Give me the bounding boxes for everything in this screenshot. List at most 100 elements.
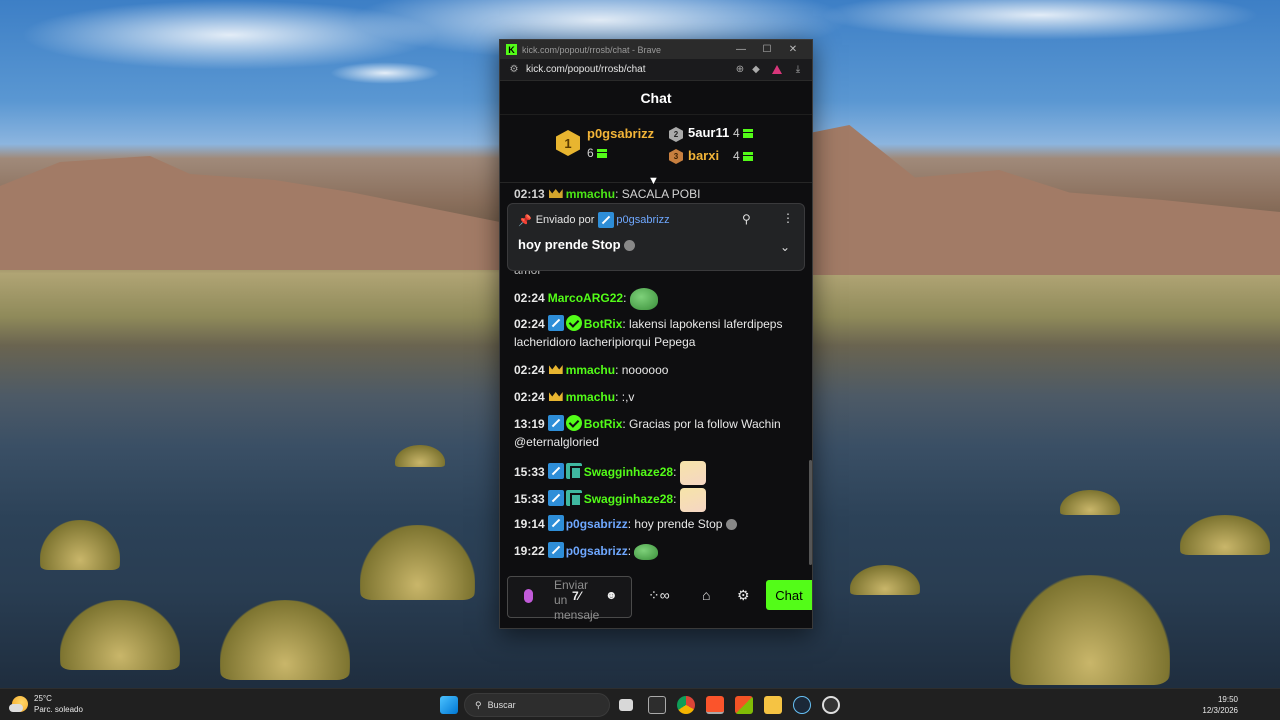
chrome-icon[interactable] — [677, 696, 695, 714]
staff-badge-icon — [547, 415, 564, 431]
unpin-icon[interactable]: ⚲ — [742, 212, 751, 226]
cloud — [330, 62, 440, 84]
verified-badge-icon — [565, 315, 582, 331]
chat-username[interactable]: BotRix — [584, 417, 623, 431]
site-settings-icon[interactable]: ⚙ — [506, 64, 522, 75]
brave-shield-icon[interactable]: ◆ — [748, 64, 764, 75]
gift-leaderboard: 1 p0gsabrizz 6 2 5aur11 4 3 barxi 4 ▼ — [500, 115, 812, 187]
chat-input-area: Enviar un mensaje 7⁄ ☻ ⁘∞ ⌂ ⚙ Chat — [500, 573, 812, 629]
url-field[interactable]: kick.com/popout/rrosb/chat — [522, 64, 732, 75]
chat-message: 15:33 Swagginhaze28: — [514, 488, 804, 512]
microphone-icon[interactable] — [524, 589, 533, 603]
chat-message: 19:22 p0gsabrizz: — [514, 542, 804, 560]
task-view-icon[interactable] — [619, 699, 633, 711]
epic-games-icon[interactable] — [648, 696, 666, 714]
weather-widget[interactable]: 25°C Parc. soleado — [9, 693, 83, 715]
rank-3-medal-icon: 3 — [669, 149, 683, 164]
chat-message: 15:33 Swagginhaze28: — [514, 461, 804, 485]
send-chat-button[interactable]: Chat — [766, 580, 812, 610]
leader-count-1: 6 — [587, 146, 607, 160]
rank-1-medal-icon: 1 — [556, 130, 580, 156]
download-icon[interactable]: ⤓ — [790, 64, 806, 75]
verified-badge-icon — [565, 415, 582, 431]
chat-scrollbar[interactable] — [809, 460, 812, 565]
clock-date: 12/3/2026 — [1202, 706, 1238, 715]
window-title: kick.com/popout/rrosb/chat - Brave — [522, 44, 662, 55]
system-clock[interactable]: 19:50 12/3/2026 — [1202, 694, 1238, 716]
chat-message: 02:24 MarcoARG22: — [514, 288, 804, 310]
crown-badge-icon — [548, 388, 564, 404]
chat-message: 02:24 mmachu: :,v — [514, 388, 635, 404]
taskbar-search[interactable]: ⚲ Buscar — [464, 693, 610, 717]
zoom-icon[interactable]: ⊕ — [732, 64, 748, 75]
chat-message: 19:14 p0gsabrizz: hoy prende Stop — [514, 515, 804, 533]
anime-emote — [679, 461, 706, 485]
gift-icon — [742, 129, 753, 139]
close-button[interactable]: ✕ — [780, 44, 806, 55]
subscriber-badge-icon — [565, 463, 582, 481]
chat-username[interactable]: mmachu — [566, 390, 615, 404]
minimize-button[interactable]: — — [728, 44, 754, 55]
rank-2-medal-icon: 2 — [669, 127, 683, 142]
maximize-button[interactable]: ☐ — [754, 44, 780, 55]
chat-username[interactable]: Swagginhaze28 — [584, 465, 673, 479]
weather-icon — [9, 696, 28, 712]
staff-badge-icon — [547, 542, 564, 558]
small-emote — [624, 240, 636, 252]
obs-icon[interactable] — [822, 696, 840, 714]
windows-start-icon[interactable] — [440, 696, 458, 714]
settings-gear-icon[interactable]: ⚙ — [737, 587, 750, 604]
store-app-icon[interactable] — [735, 696, 753, 714]
grass-tuft — [1060, 490, 1120, 515]
message-input[interactable]: Enviar un mensaje 7⁄ ☻ — [507, 576, 632, 622]
emoji-icon[interactable]: ☻ — [605, 588, 618, 602]
chat-username[interactable]: Swagginhaze28 — [584, 492, 673, 506]
chat-username[interactable]: p0gsabrizz — [566, 544, 628, 558]
chat-header: Chat — [500, 81, 812, 115]
mountain-left — [0, 156, 500, 270]
small-emote — [725, 519, 737, 531]
staff-badge-icon — [547, 315, 564, 331]
leader-count-2: 4 — [733, 126, 753, 140]
search-label: Buscar — [487, 700, 516, 710]
staff-badge-icon — [547, 463, 564, 480]
chevron-down-icon[interactable]: ⌄ — [780, 240, 790, 254]
pinned-user[interactable]: p0gsabrizz — [616, 214, 669, 226]
browser-window: K kick.com/popout/rrosb/chat - Brave — ☐… — [499, 39, 813, 629]
chat-message: 02:24 BotRix: lakensi lapokensi laferdipe… — [514, 315, 783, 349]
grass-tuft — [220, 600, 350, 680]
chat-message: 13:19 BotRix: Gracias por la follow Wachi… — [514, 415, 781, 449]
grass-tuft — [40, 520, 120, 570]
more-options-icon[interactable]: ⋮ — [782, 211, 794, 225]
brave-rewards-icon[interactable] — [772, 65, 782, 74]
kick-emote-icon[interactable]: 7⁄ — [572, 589, 581, 603]
file-explorer-icon[interactable] — [764, 696, 782, 714]
weather-condition: Parc. soleado — [34, 705, 83, 714]
pinned-message: 📌 Enviado por p0gsabrizz hoy prende Stop… — [507, 203, 805, 271]
temperature: 25°C — [34, 694, 52, 703]
chat-username[interactable]: p0gsabrizz — [566, 517, 628, 531]
chat-username[interactable]: mmachu — [566, 363, 615, 377]
leader-name-3[interactable]: barxi — [688, 148, 719, 163]
crown-badge-icon — [548, 185, 564, 201]
pinned-label: Enviado por — [535, 214, 595, 226]
kicks-icon[interactable]: ⁘∞ — [648, 587, 670, 604]
chat-username[interactable]: BotRix — [584, 317, 623, 331]
title-bar: K kick.com/popout/rrosb/chat - Brave — ☐… — [500, 40, 812, 59]
brave-icon[interactable] — [706, 696, 724, 714]
leader-name-1[interactable]: p0gsabrizz — [587, 126, 654, 141]
pepe-emote — [629, 288, 658, 310]
leader-name-2[interactable]: 5aur11 — [688, 125, 729, 140]
pin-icon: 📌 — [518, 214, 532, 227]
pepe-emote — [634, 543, 659, 560]
store-icon[interactable]: ⌂ — [702, 587, 710, 603]
chat-username[interactable]: MarcoARG22 — [548, 291, 623, 305]
chat-message: 02:24 mmachu: noooooo — [514, 363, 669, 377]
staff-badge-icon — [547, 490, 564, 507]
subscriber-badge-icon — [565, 490, 582, 508]
gift-icon — [742, 152, 753, 162]
kick-logo-icon: K — [506, 44, 517, 55]
staff-badge-icon — [547, 515, 564, 531]
steam-icon[interactable] — [793, 696, 811, 714]
grass-tuft — [850, 565, 920, 595]
